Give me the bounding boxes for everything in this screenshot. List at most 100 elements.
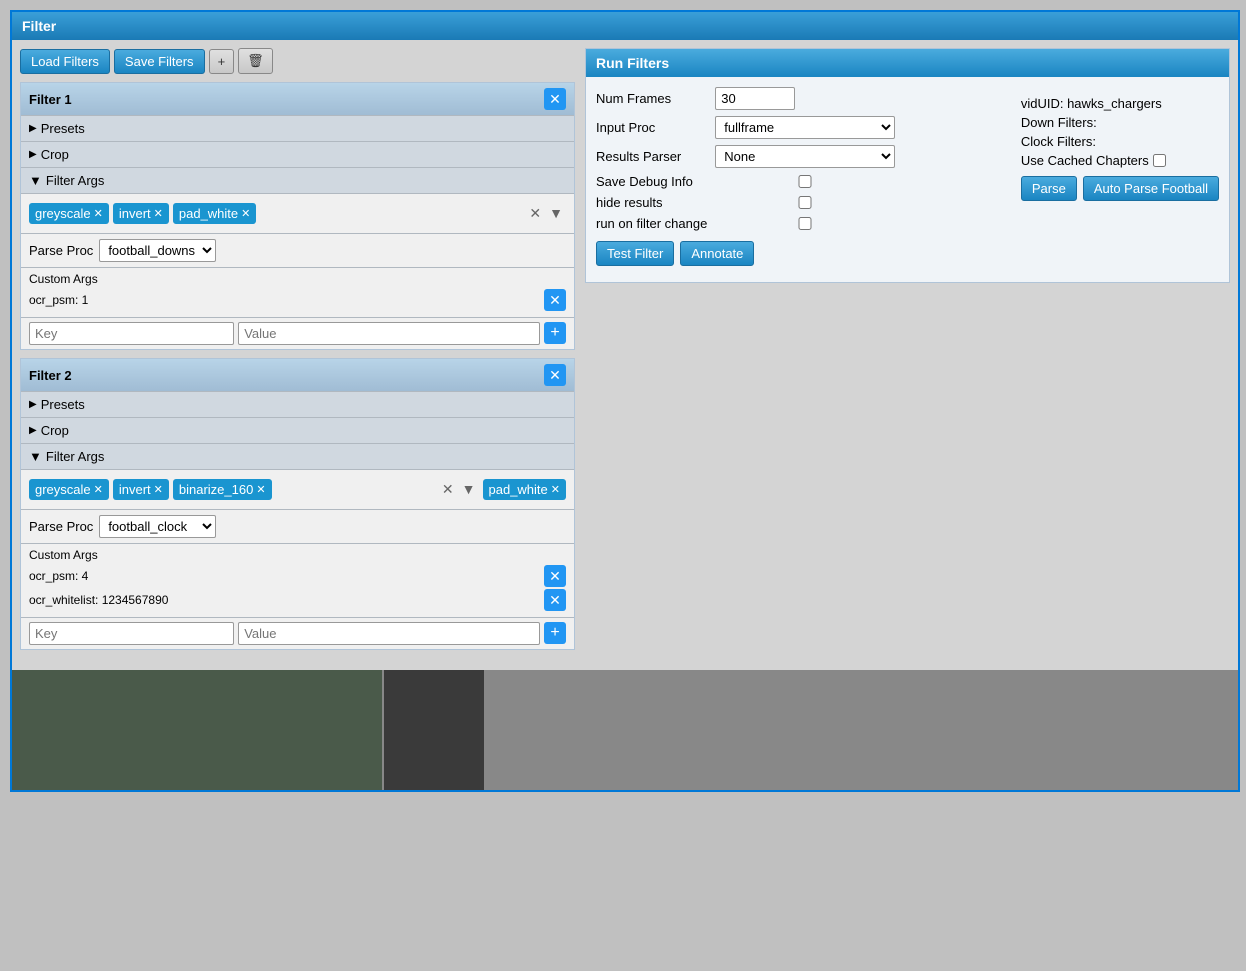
filter2-tag-pad_white-label: pad_white	[489, 482, 548, 497]
filter2-tag-invert-label: invert	[119, 482, 151, 497]
filter1-tag-invert-remove[interactable]: ✕	[154, 207, 163, 220]
filter1-presets-row[interactable]: ▶ Presets	[21, 115, 574, 141]
filter2-tag-greyscale-remove[interactable]: ✕	[94, 483, 103, 496]
filter2-arg-row-1: ocr_whitelist: 1234567890 ✕	[29, 589, 566, 611]
toolbar: Load Filters Save Filters + 🗑	[20, 48, 575, 74]
test-filter-button[interactable]: Test Filter	[596, 241, 674, 266]
filter2-crop-row[interactable]: ▶ Crop	[21, 417, 574, 443]
filter1-close-button[interactable]: ✕	[544, 88, 566, 110]
filter2-parse-proc-label: Parse Proc	[29, 519, 93, 534]
filter2-parse-row: Parse Proc football_clock football_downs…	[21, 509, 574, 543]
filter2-key-input[interactable]	[29, 622, 234, 645]
filter2-tag-pad_white-remove[interactable]: ✕	[551, 483, 560, 496]
filter2-tags-x-btn[interactable]: ✕	[439, 481, 457, 498]
results-parser-select[interactable]: None football_downs football_clock	[715, 145, 895, 168]
filter1-parse-proc-select[interactable]: football_downs football_clock None	[99, 239, 216, 262]
use-cached-checkbox[interactable]	[1153, 154, 1166, 167]
hide-results-checkbox[interactable]	[715, 196, 895, 209]
filter2-tag-invert-remove[interactable]: ✕	[154, 483, 163, 496]
save-debug-checkbox[interactable]	[715, 175, 895, 188]
add-filter-button[interactable]: +	[209, 49, 235, 74]
filter2-args-arrow: ▼	[29, 449, 42, 464]
use-cached-label: Use Cached Chapters	[1021, 153, 1149, 168]
filter1-key-value-row: +	[21, 317, 574, 349]
filter1-arg-del-0[interactable]: ✕	[544, 289, 566, 311]
load-filters-button[interactable]: Load Filters	[20, 49, 110, 74]
filter1-box: Filter 1 ✕ ▶ Presets ▶ Crop ▼ Filter Arg…	[20, 82, 575, 350]
filter1-custom-args-section: Custom Args ocr_psm: 1 ✕	[21, 267, 574, 317]
filter2-tag-binarize_160-label: binarize_160	[179, 482, 253, 497]
filter2-tag-invert[interactable]: invert ✕	[113, 479, 169, 500]
filter2-tag-greyscale[interactable]: greyscale ✕	[29, 479, 109, 500]
filter2-close-button[interactable]: ✕	[544, 364, 566, 386]
filter1-arg-row-0: ocr_psm: 1 ✕	[29, 289, 566, 311]
filter2-tags-area: greyscale ✕ invert ✕ binarize_160 ✕ ✕ ▼	[21, 469, 574, 509]
filter1-tags-area: greyscale ✕ invert ✕ pad_white ✕ ✕ ▼	[21, 193, 574, 233]
save-filters-button[interactable]: Save Filters	[114, 49, 205, 74]
filter1-tag-greyscale-remove[interactable]: ✕	[94, 207, 103, 220]
filter1-title: Filter 1	[29, 92, 72, 107]
filter2-presets-arrow: ▶	[29, 399, 37, 410]
filter2-arg-del-1[interactable]: ✕	[544, 589, 566, 611]
filter1-tag-greyscale[interactable]: greyscale ✕	[29, 203, 109, 224]
filter1-add-arg-button[interactable]: +	[544, 322, 566, 344]
filter1-tag-pad_white-remove[interactable]: ✕	[241, 207, 250, 220]
left-panel: Load Filters Save Filters + 🗑 Filter 1 ✕…	[20, 48, 575, 658]
run-filters-box: Run Filters Num Frames Input Proc fullfr…	[585, 48, 1230, 283]
filter2-custom-args-title: Custom Args	[29, 548, 566, 562]
run-filters-content: Num Frames Input Proc fullframe crop non…	[586, 77, 1229, 282]
filter2-args-header[interactable]: ▼ Filter Args	[21, 443, 574, 469]
filter2-header: Filter 2 ✕	[21, 359, 574, 391]
parse-button[interactable]: Parse	[1021, 176, 1077, 201]
filter2-tag-pad_white[interactable]: pad_white ✕	[483, 479, 567, 500]
run-filters-right: vidUID: hawks_chargers Down Filters: Clo…	[1001, 96, 1219, 201]
filter1-crop-arrow: ▶	[29, 149, 37, 160]
filter1-value-input[interactable]	[238, 322, 540, 345]
video-area	[12, 670, 1238, 790]
down-filters-label: Down Filters:	[1021, 115, 1219, 130]
run-filters-buttons: Test Filter Annotate	[596, 237, 993, 266]
filter1-args-arrow: ▼	[29, 173, 42, 188]
filter2-tags-controls: ✕ ▼	[439, 481, 479, 498]
filter2-crop-arrow: ▶	[29, 425, 37, 436]
right-panel: Run Filters Num Frames Input Proc fullfr…	[585, 48, 1230, 658]
save-debug-label: Save Debug Info	[596, 174, 707, 189]
filter2-tag-binarize_160-remove[interactable]: ✕	[256, 483, 265, 496]
window-title: Filter	[12, 12, 1238, 40]
filter1-presets-label: Presets	[41, 121, 85, 136]
annotate-button[interactable]: Annotate	[680, 241, 754, 266]
auto-parse-football-button[interactable]: Auto Parse Football	[1083, 176, 1219, 201]
filter1-header: Filter 1 ✕	[21, 83, 574, 115]
filter2-presets-row[interactable]: ▶ Presets	[21, 391, 574, 417]
input-proc-label: Input Proc	[596, 120, 707, 135]
filter2-key-value-row: +	[21, 617, 574, 649]
filter1-crop-row[interactable]: ▶ Crop	[21, 141, 574, 167]
delete-filter-button[interactable]: 🗑	[238, 48, 273, 74]
filter1-presets-arrow: ▶	[29, 123, 37, 134]
filter1-tag-invert-label: invert	[119, 206, 151, 221]
filter1-tag-greyscale-label: greyscale	[35, 206, 91, 221]
filter1-parse-row: Parse Proc football_downs football_clock…	[21, 233, 574, 267]
filter2-tag-binarize_160[interactable]: binarize_160 ✕	[173, 479, 272, 500]
run-on-filter-checkbox[interactable]	[715, 217, 895, 230]
filter1-tag-invert[interactable]: invert ✕	[113, 203, 169, 224]
input-proc-select[interactable]: fullframe crop none	[715, 116, 895, 139]
run-on-filter-label: run on filter change	[596, 216, 707, 231]
filter1-tags-down-btn[interactable]: ▼	[546, 205, 566, 222]
filter2-value-input[interactable]	[238, 622, 540, 645]
filter2-box: Filter 2 ✕ ▶ Presets ▶ Crop ▼ Filter Arg…	[20, 358, 575, 650]
video-thumb-2	[384, 670, 484, 790]
filter2-arg-text-1: ocr_whitelist: 1234567890	[29, 593, 540, 607]
filter1-arg-text-0: ocr_psm: 1	[29, 293, 540, 307]
filter2-custom-args-section: Custom Args ocr_psm: 4 ✕ ocr_whitelist: …	[21, 543, 574, 617]
filter1-tag-pad_white-label: pad_white	[179, 206, 238, 221]
filter2-tags-down-btn[interactable]: ▼	[459, 481, 479, 498]
filter2-arg-del-0[interactable]: ✕	[544, 565, 566, 587]
num-frames-input[interactable]	[715, 87, 795, 110]
filter2-parse-proc-select[interactable]: football_clock football_downs None	[99, 515, 216, 538]
filter2-add-arg-button[interactable]: +	[544, 622, 566, 644]
filter1-tags-x-btn[interactable]: ✕	[526, 205, 544, 222]
filter1-args-header[interactable]: ▼ Filter Args	[21, 167, 574, 193]
filter1-key-input[interactable]	[29, 322, 234, 345]
filter1-tag-pad_white[interactable]: pad_white ✕	[173, 203, 257, 224]
